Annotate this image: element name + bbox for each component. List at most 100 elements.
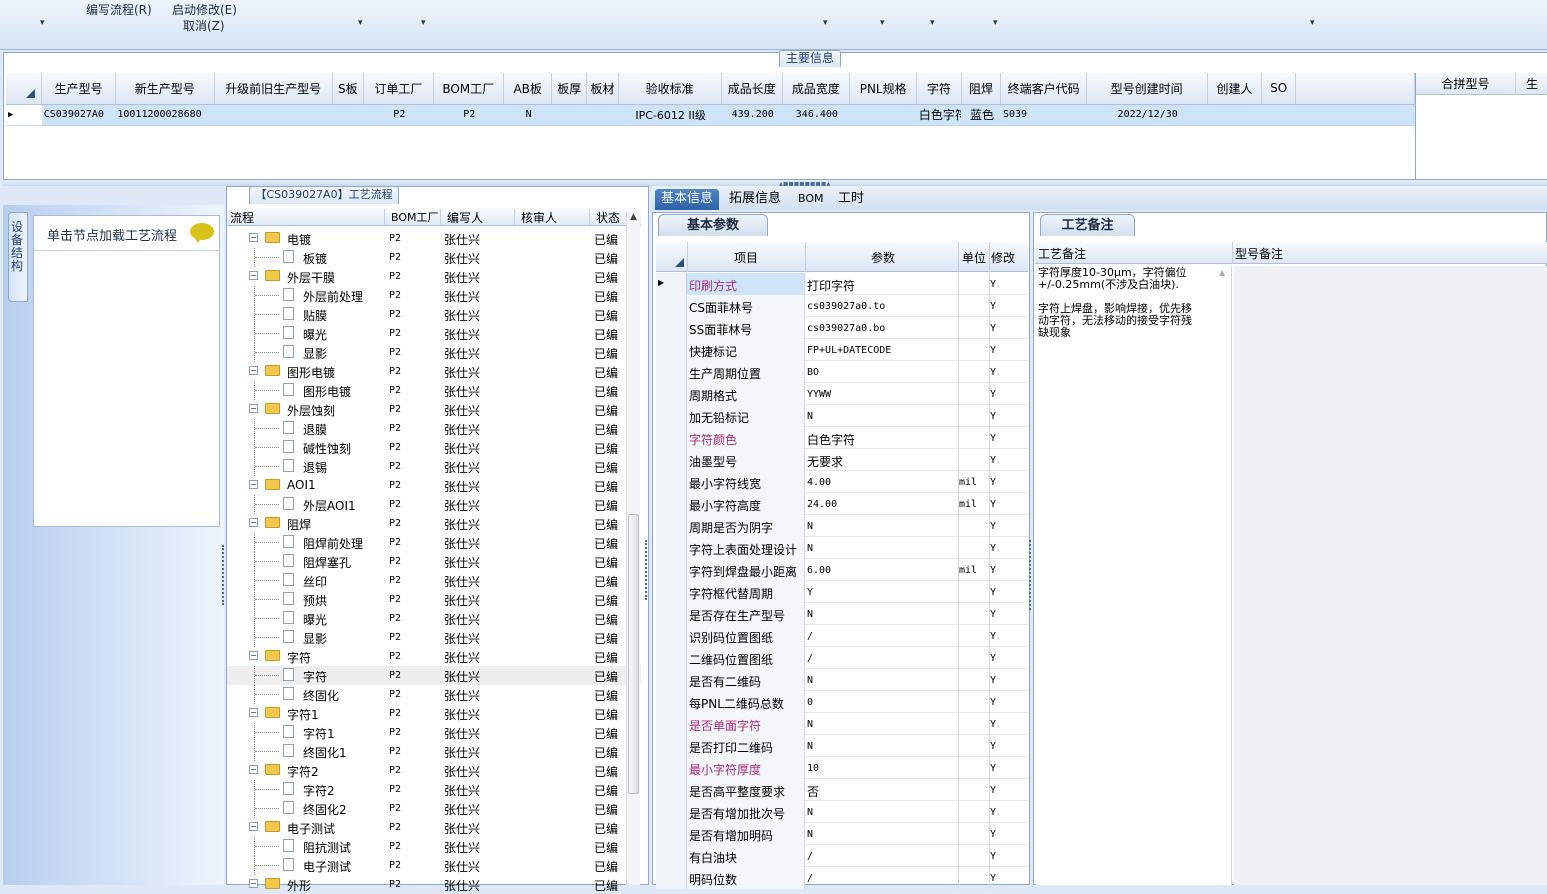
param-value[interactable]: /: [807, 873, 813, 884]
col-header[interactable]: S板: [332, 73, 365, 105]
row-selector[interactable]: [656, 713, 687, 735]
param-row[interactable]: 生产周期位置 BO Y: [656, 361, 1028, 383]
process-row[interactable]: − 字符1 P2 张仕兴 已编: [227, 704, 641, 723]
process-remark-text[interactable]: 字符厚度10-30μm，字符偏位 +/-0.25mm(不涉及白油块). 字符上焊…: [1036, 266, 1232, 885]
param-row[interactable]: 识别码位置图纸 / Y: [656, 625, 1028, 647]
row-selector[interactable]: [656, 581, 687, 603]
param-modified[interactable]: Y: [990, 389, 996, 400]
col-header[interactable]: 状态: [596, 209, 620, 226]
process-row[interactable]: − 阻焊 P2 张仕兴 已编: [227, 514, 641, 533]
dropdown-arrow-icon[interactable]: ▾: [1310, 18, 1315, 28]
param-value[interactable]: 否: [807, 783, 819, 800]
param-modified[interactable]: Y: [990, 301, 996, 312]
param-value[interactable]: N: [807, 543, 813, 554]
collapse-icon[interactable]: −: [249, 822, 258, 831]
param-row[interactable]: 加无铅标记 N Y: [656, 405, 1028, 427]
edit-process-button[interactable]: 编写流程(R): [86, 1, 152, 18]
param-modified[interactable]: Y: [990, 609, 996, 620]
param-modified[interactable]: Y: [990, 785, 996, 796]
process-row[interactable]: − 外层蚀刻 P2 张仕兴 已编: [227, 400, 641, 419]
process-row[interactable]: 贴膜 P2 张仕兴 已编: [227, 305, 641, 324]
param-row[interactable]: 最小字符厚度 10 Y: [656, 757, 1028, 779]
param-modified[interactable]: Y: [990, 433, 996, 444]
param-row[interactable]: 二维码位置图纸 / Y: [656, 647, 1028, 669]
param-row[interactable]: 每PNL二维码总数 0 Y: [656, 691, 1028, 713]
collapse-icon[interactable]: −: [249, 651, 258, 660]
col-header[interactable]: 型号备注: [1235, 245, 1283, 262]
table-row[interactable]: ▶ CS039027A0 10011200028680 P2 P2 N IPC-…: [6, 104, 1415, 126]
process-row[interactable]: 字符 P2 张仕兴 已编: [227, 666, 641, 685]
param-value[interactable]: /: [807, 851, 813, 862]
param-value[interactable]: Y: [807, 587, 813, 598]
row-selector[interactable]: [656, 801, 687, 823]
param-row[interactable]: 是否单面字符 N Y: [656, 713, 1028, 735]
param-row[interactable]: 字符框代替周期 Y Y: [656, 581, 1028, 603]
row-selector[interactable]: [656, 515, 687, 537]
col-header[interactable]: 成品长度: [721, 73, 783, 105]
merge-model-header[interactable]: 合拼型号: [1416, 73, 1516, 95]
param-value[interactable]: BO: [807, 367, 819, 378]
table-cell[interactable]: 白色字符: [916, 104, 961, 126]
collapse-icon[interactable]: −: [249, 366, 258, 375]
param-value[interactable]: 0: [807, 697, 813, 708]
table-cell[interactable]: S039: [1000, 104, 1087, 126]
col-header[interactable]: BOM工厂: [391, 209, 439, 225]
row-selector[interactable]: [656, 625, 687, 647]
col-header[interactable]: PNL规格: [849, 73, 918, 105]
param-modified[interactable]: Y: [990, 873, 996, 884]
scrollbar-thumb[interactable]: [628, 514, 639, 794]
row-selector[interactable]: [656, 339, 687, 361]
dropdown-arrow-icon[interactable]: ▾: [421, 18, 426, 28]
param-value[interactable]: 打印字符: [807, 277, 855, 294]
col-header[interactable]: 型号创建时间: [1086, 73, 1208, 105]
param-row[interactable]: 字符到焊盘最小距离 6.00 mil Y: [656, 559, 1028, 581]
row-selector[interactable]: [656, 691, 687, 713]
process-row[interactable]: 终固化1 P2 张仕兴 已编: [227, 742, 641, 761]
param-row[interactable]: SS面菲林号 cs039027a0.bo Y: [656, 317, 1028, 339]
row-selector[interactable]: [656, 383, 687, 405]
param-row[interactable]: ▶ 印刷方式 打印字符 Y: [656, 273, 1028, 295]
mid-splitter-grip[interactable]: [645, 540, 649, 600]
start-modify-button[interactable]: 启动修改(E): [172, 1, 237, 18]
param-modified[interactable]: Y: [990, 741, 996, 752]
collapse-icon[interactable]: −: [249, 233, 258, 242]
process-row[interactable]: 显影 P2 张仕兴 已编: [227, 343, 641, 362]
collapse-icon[interactable]: −: [249, 271, 258, 280]
process-row[interactable]: 终固化2 P2 张仕兴 已编: [227, 799, 641, 818]
table-cell[interactable]: [1261, 104, 1296, 126]
param-modified[interactable]: Y: [990, 807, 996, 818]
collapse-icon[interactable]: −: [249, 480, 258, 489]
process-row[interactable]: 曝光 P2 张仕兴 已编: [227, 324, 641, 343]
row-selector[interactable]: [656, 647, 687, 669]
process-row[interactable]: 阻抗测试 P2 张仕兴 已编: [227, 837, 641, 856]
col-header[interactable]: 生产型号: [41, 73, 116, 105]
param-row[interactable]: 是否有二维码 N Y: [656, 669, 1028, 691]
table-cell[interactable]: [214, 104, 333, 126]
table-cell[interactable]: [586, 104, 619, 126]
param-row[interactable]: 是否打印二维码 N Y: [656, 735, 1028, 757]
table-cell[interactable]: 346.400: [782, 104, 850, 126]
param-row[interactable]: 是否有增加明码 N Y: [656, 823, 1028, 845]
tab-extended-info[interactable]: 拓展信息: [723, 189, 787, 210]
param-row[interactable]: 是否存在生产型号 N Y: [656, 603, 1028, 625]
row-selector[interactable]: [656, 735, 687, 757]
param-row[interactable]: 明码位数 / Y: [656, 867, 1028, 889]
param-value[interactable]: FP+UL+DATECODE: [807, 345, 891, 356]
col-header[interactable]: 验收标准: [618, 73, 722, 105]
row-selector[interactable]: [656, 493, 687, 515]
param-value[interactable]: /: [807, 631, 813, 642]
param-modified[interactable]: Y: [990, 345, 996, 356]
tab-bom[interactable]: BOM: [792, 189, 830, 210]
param-modified[interactable]: Y: [990, 499, 996, 510]
device-structure-tree[interactable]: 单击节点加载工艺流程: [33, 215, 220, 527]
row-selector[interactable]: [656, 471, 687, 493]
param-modified[interactable]: Y: [990, 829, 996, 840]
dropdown-arrow-icon[interactable]: ▾: [930, 18, 935, 28]
row-selector[interactable]: [656, 867, 687, 889]
param-modified[interactable]: Y: [990, 279, 996, 290]
table-cell[interactable]: P2: [363, 104, 434, 126]
param-row[interactable]: 周期是否为阴字 N Y: [656, 515, 1028, 537]
param-modified[interactable]: Y: [990, 323, 996, 334]
col-header[interactable]: 创建人: [1207, 73, 1263, 105]
col-header[interactable]: 升级前旧生产型号: [214, 73, 333, 105]
